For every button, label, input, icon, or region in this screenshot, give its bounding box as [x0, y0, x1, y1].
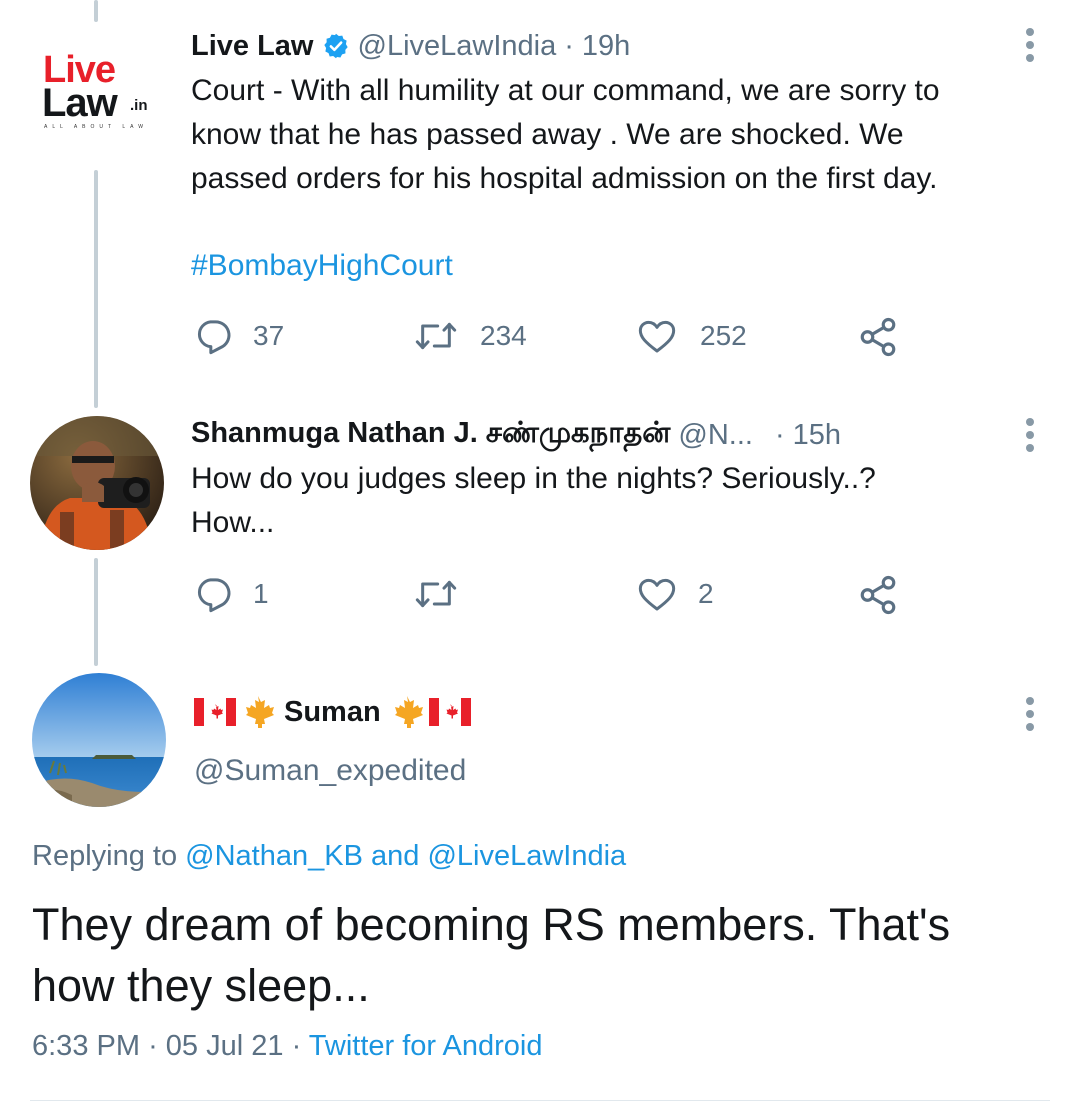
share-icon: [860, 575, 896, 615]
tweet3-text-line: how they sleep...: [32, 960, 370, 1011]
canada-flag-icon: [194, 698, 236, 726]
reply-count: 1: [253, 578, 269, 609]
tweet3-author-name[interactable]: Suman: [284, 696, 381, 729]
avatar-photo: [32, 673, 166, 807]
tweet2-handle[interactable]: @N...: [678, 419, 753, 452]
tweet3-timestamp-row: 6:33 PM · 05 Jul 21 · Twitter for Androi…: [32, 1030, 543, 1063]
avatar-photo: [30, 416, 164, 550]
tweet3-separator: ·: [291, 1030, 302, 1062]
reply-count: 37: [253, 320, 285, 351]
retweet-button[interactable]: 234: [414, 316, 527, 356]
tweet1-text-line: passed orders for his hospital admission…: [191, 162, 938, 195]
tweet2-time[interactable]: 15h: [793, 419, 841, 452]
share-button[interactable]: [857, 574, 899, 621]
tweet2-text: How do you judges sleep in the nights? S…: [191, 457, 1051, 545]
retweet-icon: [415, 322, 457, 350]
tweet1-handle[interactable]: @LiveLawIndia: [358, 30, 557, 63]
tweet1-separator: ·: [564, 29, 574, 62]
share-icon: [860, 317, 896, 357]
like-count: 252: [700, 320, 747, 351]
tweet2-separator: ·: [774, 418, 785, 451]
tweet3-name-row: 🇨🇦 Suman 🍁: [194, 692, 471, 732]
canada-flag-icon: [428, 698, 471, 726]
thread-line-1: [94, 170, 98, 408]
thread-line-top: [94, 0, 98, 22]
avatar-suman[interactable]: [32, 673, 166, 807]
like-icon: [638, 320, 676, 353]
tweet2-text-line: How do you judges sleep in the nights? S…: [191, 462, 876, 495]
tweet1-text-line: Court - With all humility at our command…: [191, 74, 940, 107]
logo-suffix: .in: [130, 97, 148, 114]
tweet1-header: Live Law @LiveLawIndia · 19h: [191, 26, 630, 66]
share-button[interactable]: [857, 316, 899, 363]
more-options-icon[interactable]: [1025, 697, 1035, 736]
tweet2-text-line: How...: [191, 506, 275, 539]
divider: [30, 1100, 1050, 1101]
tweet1-time[interactable]: 19h: [582, 30, 630, 63]
replying-to: Replying to @Nathan_KB and @LiveLawIndia: [32, 840, 626, 873]
thread-line-2: [94, 558, 98, 666]
maple-leaf-icon: [246, 696, 274, 728]
tweet3-text: They dream of becoming RS members. That'…: [32, 894, 1062, 1016]
tweet3-date: 05 Jul 21: [165, 1030, 284, 1062]
hashtag-link[interactable]: #BombayHighCourt: [191, 244, 453, 288]
tweet2-author-name[interactable]: Shanmuga Nathan J. சண்முகநாதன்: [191, 417, 670, 453]
logo-line-law: Law: [42, 81, 118, 125]
replying-user-link[interactable]: @LiveLawIndia: [427, 840, 626, 872]
more-options-icon[interactable]: [1025, 418, 1035, 457]
tweet1-author-name[interactable]: Live Law: [191, 30, 314, 63]
livelaw-logo-avatar[interactable]: Live Law .in ALL ABOUT LAW: [34, 50, 164, 145]
avatar-shanmuga[interactable]: [30, 416, 164, 550]
more-options-icon[interactable]: [1025, 28, 1035, 67]
logo-tagline: ALL ABOUT LAW: [44, 124, 148, 130]
replying-user-link[interactable]: @Nathan_KB: [185, 840, 363, 872]
verified-badge-icon: [323, 33, 348, 59]
tweet3-source-link[interactable]: Twitter for Android: [309, 1030, 543, 1062]
tweet1-text: Court - With all humility at our command…: [191, 69, 1061, 201]
retweet-button[interactable]: [414, 574, 458, 619]
retweet-count: 234: [480, 320, 527, 351]
tweet3-handle[interactable]: @Suman_expedited: [194, 754, 466, 788]
replying-prefix: Replying to: [32, 840, 178, 872]
like-button[interactable]: 2: [636, 574, 714, 614]
reply-icon: [198, 320, 231, 355]
reply-button[interactable]: 37: [193, 316, 284, 356]
like-icon: [638, 578, 676, 611]
retweet-icon: [415, 580, 457, 608]
tweet2-header: Shanmuga Nathan J. சண்முகநாதன் @N... · 1…: [191, 415, 841, 455]
tweet1-text-line: know that he has passed away . We are sh…: [191, 118, 904, 151]
tweet3-time: 6:33 PM: [32, 1030, 140, 1062]
like-button[interactable]: 252: [636, 316, 747, 356]
tweet3-separator: ·: [148, 1030, 158, 1062]
reply-button[interactable]: 1: [193, 574, 269, 614]
replying-and: and: [371, 840, 420, 872]
maple-leaf-icon: [394, 696, 423, 728]
tweet3-text-line: They dream of becoming RS members. That'…: [32, 899, 951, 950]
reply-icon: [198, 578, 231, 613]
like-count: 2: [698, 578, 714, 609]
